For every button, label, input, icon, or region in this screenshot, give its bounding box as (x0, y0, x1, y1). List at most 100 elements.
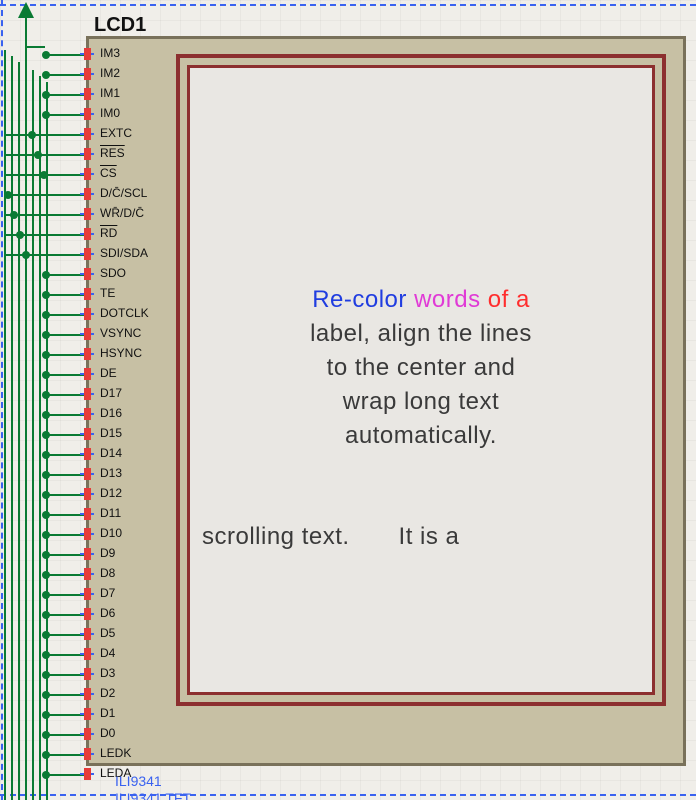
schematic-canvas[interactable]: LCD1 IM3IM2IM1 IM0 EXTCRESCSD/C̄/SCLWR̄/D/… (0, 0, 696, 800)
pin-row[interactable]: DOTCLK (0, 304, 180, 324)
pin-row[interactable]: D2 (0, 684, 180, 704)
pin-label: D7 (100, 586, 115, 600)
pin-terminal (40, 171, 48, 179)
pin-row[interactable]: D6 (0, 604, 180, 624)
pin-label: VSYNC (100, 326, 141, 340)
pin-label: D2 (100, 686, 115, 700)
pin-terminal (42, 711, 50, 719)
pin-terminal (42, 371, 50, 379)
pin-row[interactable]: LEDK (0, 744, 180, 764)
pin-pad[interactable] (84, 188, 91, 200)
pin-row[interactable]: D9 (0, 544, 180, 564)
pin-pad[interactable] (84, 628, 91, 640)
pin-row[interactable]: D7 (0, 584, 180, 604)
lcd-scrolling-text: scrolling text. It is a (190, 523, 652, 551)
pin-row[interactable]: D15 (0, 424, 180, 444)
pin-row[interactable]: D14 (0, 444, 180, 464)
pin-row[interactable]: D16 (0, 404, 180, 424)
pin-pad[interactable] (84, 128, 91, 140)
pin-label: D16 (100, 406, 122, 420)
pin-row[interactable]: D3 (0, 664, 180, 684)
pin-row[interactable]: D11 (0, 504, 180, 524)
pin-pad[interactable] (84, 708, 91, 720)
lcd-word-1: Re-color (312, 286, 407, 313)
pin-pad[interactable] (84, 728, 91, 740)
pin-row[interactable]: IM3 (0, 44, 180, 64)
pin-row[interactable]: SDI/SDA (0, 244, 180, 264)
pin-row[interactable]: CS (0, 164, 180, 184)
pin-row[interactable]: HSYNC (0, 344, 180, 364)
pin-pad[interactable] (84, 668, 91, 680)
pin-pad[interactable] (84, 468, 91, 480)
pin-row[interactable]: RD (0, 224, 180, 244)
pin-pad[interactable] (84, 508, 91, 520)
pin-row[interactable]: DE (0, 364, 180, 384)
pin-pad[interactable] (84, 768, 91, 780)
pin-label: D3 (100, 666, 115, 680)
pin-row[interactable]: D0 (0, 724, 180, 744)
pin-pad[interactable] (84, 608, 91, 620)
pin-row[interactable]: IM1 (0, 84, 180, 104)
pin-label: SDO (100, 266, 126, 280)
pin-pad[interactable] (84, 88, 91, 100)
pin-pad[interactable] (84, 168, 91, 180)
pin-pad[interactable] (84, 308, 91, 320)
pin-label: D14 (100, 446, 122, 460)
pin-pad[interactable] (84, 548, 91, 560)
pin-pad[interactable] (84, 208, 91, 220)
part-number[interactable]: ILI9341 (115, 773, 162, 789)
pin-row[interactable]: D4 (0, 644, 180, 664)
pin-pad[interactable] (84, 48, 91, 60)
pin-row[interactable]: IM0 (0, 104, 180, 124)
part-description[interactable]: ILI9341 TFT (115, 790, 191, 800)
pin-pad[interactable] (84, 68, 91, 80)
pin-pad[interactable] (84, 688, 91, 700)
pin-pad[interactable] (84, 488, 91, 500)
pin-pad[interactable] (84, 348, 91, 360)
pin-row[interactable]: D17 (0, 384, 180, 404)
pin-pad[interactable] (84, 228, 91, 240)
pin-terminal (42, 671, 50, 679)
pin-pad[interactable] (84, 588, 91, 600)
pin-row[interactable]: IM2 (0, 64, 180, 84)
pin-terminal (42, 411, 50, 419)
pin-label: IM0 (100, 106, 120, 120)
pin-row[interactable]: D/C̄/SCL (0, 184, 180, 204)
pin-row[interactable]: SDO (0, 264, 180, 284)
pin-pad[interactable] (84, 408, 91, 420)
pin-terminal (42, 451, 50, 459)
pin-row[interactable]: D1 (0, 704, 180, 724)
pin-pad[interactable] (84, 748, 91, 760)
pin-pad[interactable] (84, 448, 91, 460)
pin-row[interactable]: D13 (0, 464, 180, 484)
pin-pad[interactable] (84, 248, 91, 260)
pin-wire (4, 134, 86, 136)
pin-terminal (42, 771, 50, 779)
pin-pad[interactable] (84, 268, 91, 280)
pin-label: DE (100, 366, 117, 380)
pin-pad[interactable] (84, 528, 91, 540)
pin-pad[interactable] (84, 428, 91, 440)
pin-pad[interactable] (84, 648, 91, 660)
pin-pad[interactable] (84, 148, 91, 160)
pin-pad[interactable] (84, 388, 91, 400)
pin-row[interactable]: VSYNC (0, 324, 180, 344)
pin-label: TE (100, 286, 115, 300)
pin-row[interactable]: EXTC (0, 124, 180, 144)
pin-terminal (42, 71, 50, 79)
pin-row[interactable]: WR̄/D/C̄ (0, 204, 180, 224)
pin-pad[interactable] (84, 568, 91, 580)
pin-row[interactable]: D10 (0, 524, 180, 544)
lcd-screen[interactable]: Re-color words of a label, align the lin… (187, 65, 655, 695)
pin-row[interactable]: RES (0, 144, 180, 164)
pin-row[interactable]: D8 (0, 564, 180, 584)
pin-row[interactable]: D12 (0, 484, 180, 504)
pin-label: D5 (100, 626, 115, 640)
pin-pad[interactable] (84, 328, 91, 340)
pin-pad[interactable] (84, 108, 91, 120)
pin-pad[interactable] (84, 368, 91, 380)
reference-designator[interactable]: LCD1 (94, 14, 146, 37)
pin-row[interactable]: TE (0, 284, 180, 304)
pin-pad[interactable] (84, 288, 91, 300)
pin-row[interactable]: D5 (0, 624, 180, 644)
